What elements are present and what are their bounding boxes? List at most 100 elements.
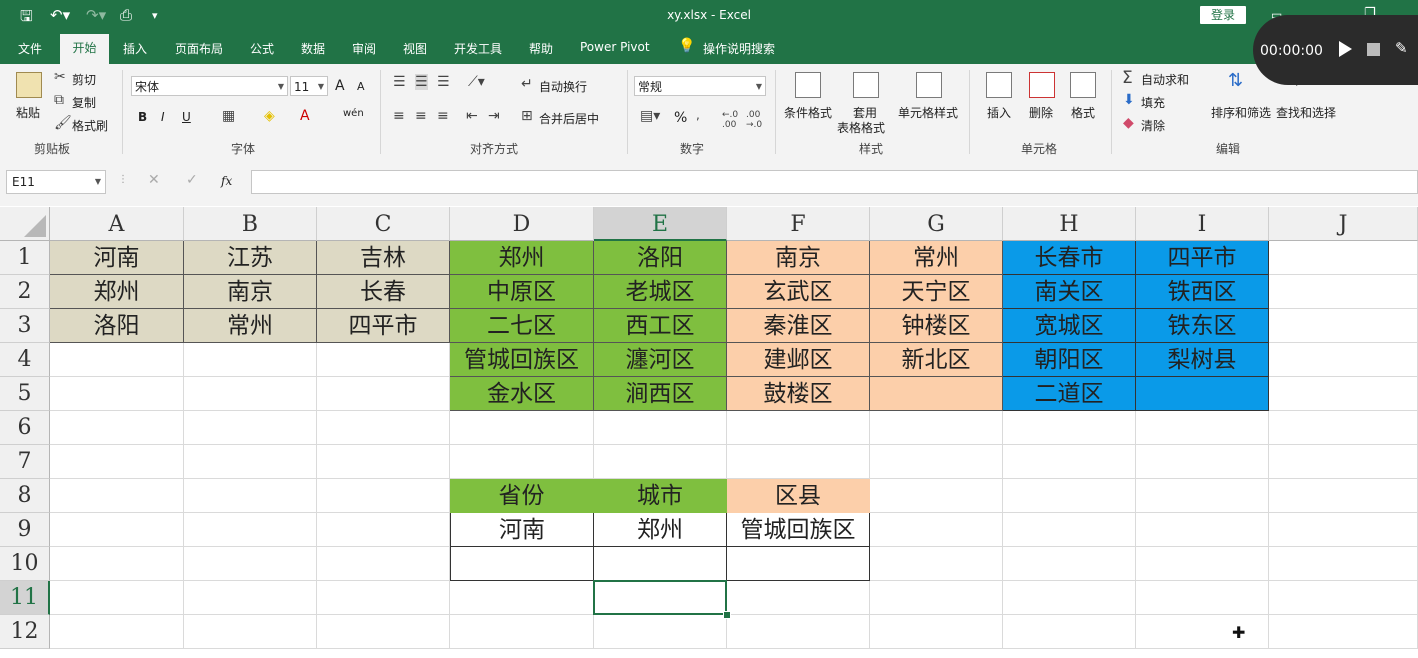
cell-B8[interactable]	[184, 479, 317, 513]
fill-handle[interactable]	[723, 611, 731, 619]
row-header-6[interactable]: 6	[0, 411, 50, 445]
row-header-7[interactable]: 7	[0, 445, 50, 479]
cell-J3[interactable]	[1269, 309, 1418, 343]
cell-A9[interactable]	[50, 513, 184, 547]
column-header-G[interactable]: G	[870, 207, 1003, 241]
cell-G6[interactable]	[870, 411, 1003, 445]
cell-C6[interactable]	[317, 411, 450, 445]
cell-G10[interactable]	[870, 547, 1003, 581]
autosum-button[interactable]: 自动求和	[1141, 71, 1189, 88]
align-top-icon[interactable]: ☰	[393, 74, 406, 90]
cell-H5[interactable]: 二道区	[1003, 377, 1136, 411]
worksheet-grid[interactable]: A B C D E F G H I J 1 河南 江苏 吉林 郑州 洛阳 南京 常州 长春市 四平市 2 郑州 南京 长春 中原…	[0, 207, 1418, 658]
decrease-indent-icon[interactable]: ⇤	[466, 108, 478, 124]
cell-J6[interactable]	[1269, 411, 1418, 445]
cell-D11[interactable]	[450, 581, 594, 615]
font-color-icon[interactable]: A	[300, 108, 310, 124]
row-header-5[interactable]: 5	[0, 377, 50, 411]
align-bottom-icon[interactable]: ☰	[437, 74, 450, 90]
cell-A1[interactable]: 河南	[50, 241, 184, 275]
clear-button[interactable]: 清除	[1141, 117, 1165, 134]
cell-C7[interactable]	[317, 445, 450, 479]
cell-I3[interactable]: 铁东区	[1136, 309, 1269, 343]
cell-E8[interactable]: 城市	[594, 479, 727, 513]
cell-D7[interactable]	[450, 445, 594, 479]
cell-A2[interactable]: 郑州	[50, 275, 184, 309]
tab-view[interactable]: 视图	[403, 40, 427, 57]
borders-icon[interactable]: ▦	[222, 108, 235, 124]
align-center-icon[interactable]: ≡	[415, 108, 427, 124]
cell-A10[interactable]	[50, 547, 184, 581]
cell-H9[interactable]	[1003, 513, 1136, 547]
name-box[interactable]: E11 ▼	[6, 170, 106, 194]
pen-icon[interactable]: ✎	[1395, 39, 1408, 57]
cell-E12[interactable]	[594, 615, 727, 649]
paste-button[interactable]: 粘贴	[16, 104, 40, 121]
cell-F11[interactable]	[727, 581, 870, 615]
column-header-C[interactable]: C	[317, 207, 450, 241]
cell-E2[interactable]: 老城区	[594, 275, 727, 309]
cell-C8[interactable]	[317, 479, 450, 513]
cell-A5[interactable]	[50, 377, 184, 411]
cell-A11[interactable]	[50, 581, 184, 615]
cell-B3[interactable]: 常州	[184, 309, 317, 343]
cell-F7[interactable]	[727, 445, 870, 479]
cell-E10[interactable]	[594, 547, 727, 581]
cell-D5[interactable]: 金水区	[450, 377, 594, 411]
decrease-decimal-icon[interactable]: .00 →.0	[746, 110, 762, 130]
cell-C4[interactable]	[317, 343, 450, 377]
cell-J5[interactable]	[1269, 377, 1418, 411]
cell-C2[interactable]: 长春	[317, 275, 450, 309]
cell-D6[interactable]	[450, 411, 594, 445]
cell-I5[interactable]	[1136, 377, 1269, 411]
column-header-I[interactable]: I	[1136, 207, 1269, 241]
wrap-text-button[interactable]: 自动换行	[539, 78, 587, 95]
tab-review[interactable]: 审阅	[352, 40, 376, 57]
cell-G11[interactable]	[870, 581, 1003, 615]
cell-J10[interactable]	[1269, 547, 1418, 581]
cell-E4[interactable]: 瀍河区	[594, 343, 727, 377]
column-header-H[interactable]: H	[1003, 207, 1136, 241]
cell-H3[interactable]: 宽城区	[1003, 309, 1136, 343]
underline-button[interactable]: U	[182, 110, 191, 124]
cell-I7[interactable]	[1136, 445, 1269, 479]
cell-H12[interactable]	[1003, 615, 1136, 649]
row-header-3[interactable]: 3	[0, 309, 50, 343]
format-painter-button[interactable]: 格式刷	[72, 117, 108, 134]
column-header-E[interactable]: E	[594, 207, 727, 241]
paste-icon[interactable]	[16, 72, 42, 98]
bold-button[interactable]: B	[138, 110, 147, 124]
cell-B4[interactable]	[184, 343, 317, 377]
font-size-select[interactable]: 11 ▼	[290, 76, 328, 96]
cell-styles-button[interactable]: 单元格样式	[898, 104, 958, 121]
cell-I1[interactable]: 四平市	[1136, 241, 1269, 275]
cell-C10[interactable]	[317, 547, 450, 581]
cell-G3[interactable]: 钟楼区	[870, 309, 1003, 343]
shrink-font-button[interactable]: A	[357, 80, 365, 93]
cell-J7[interactable]	[1269, 445, 1418, 479]
cell-F1[interactable]: 南京	[727, 241, 870, 275]
grow-font-button[interactable]: A	[335, 78, 345, 94]
cell-D12[interactable]	[450, 615, 594, 649]
copy-button[interactable]: 复制	[72, 94, 96, 111]
column-header-D[interactable]: D	[450, 207, 594, 241]
sort-filter-button[interactable]: 排序和筛选	[1211, 104, 1271, 121]
row-header-4[interactable]: 4	[0, 343, 50, 377]
tab-file[interactable]: 文件	[18, 40, 42, 57]
row-header-1[interactable]: 1	[0, 241, 50, 275]
cell-E5[interactable]: 涧西区	[594, 377, 727, 411]
select-all-corner[interactable]	[0, 207, 50, 241]
cell-D3[interactable]: 二七区	[450, 309, 594, 343]
cell-I11[interactable]	[1136, 581, 1269, 615]
tab-formulas[interactable]: 公式	[250, 40, 274, 57]
delete-cells-button[interactable]: 删除	[1029, 104, 1053, 121]
font-name-select[interactable]: 宋体 ▼	[131, 76, 288, 96]
comma-style-icon[interactable]: ,	[696, 108, 700, 122]
cell-G1[interactable]: 常州	[870, 241, 1003, 275]
cell-I10[interactable]	[1136, 547, 1269, 581]
cell-E9[interactable]: 郑州	[594, 513, 727, 547]
cell-J1[interactable]	[1269, 241, 1418, 275]
cell-I2[interactable]: 铁西区	[1136, 275, 1269, 309]
increase-decimal-icon[interactable]: ←.0.00	[722, 110, 738, 130]
enter-icon[interactable]: ✓	[186, 172, 198, 188]
